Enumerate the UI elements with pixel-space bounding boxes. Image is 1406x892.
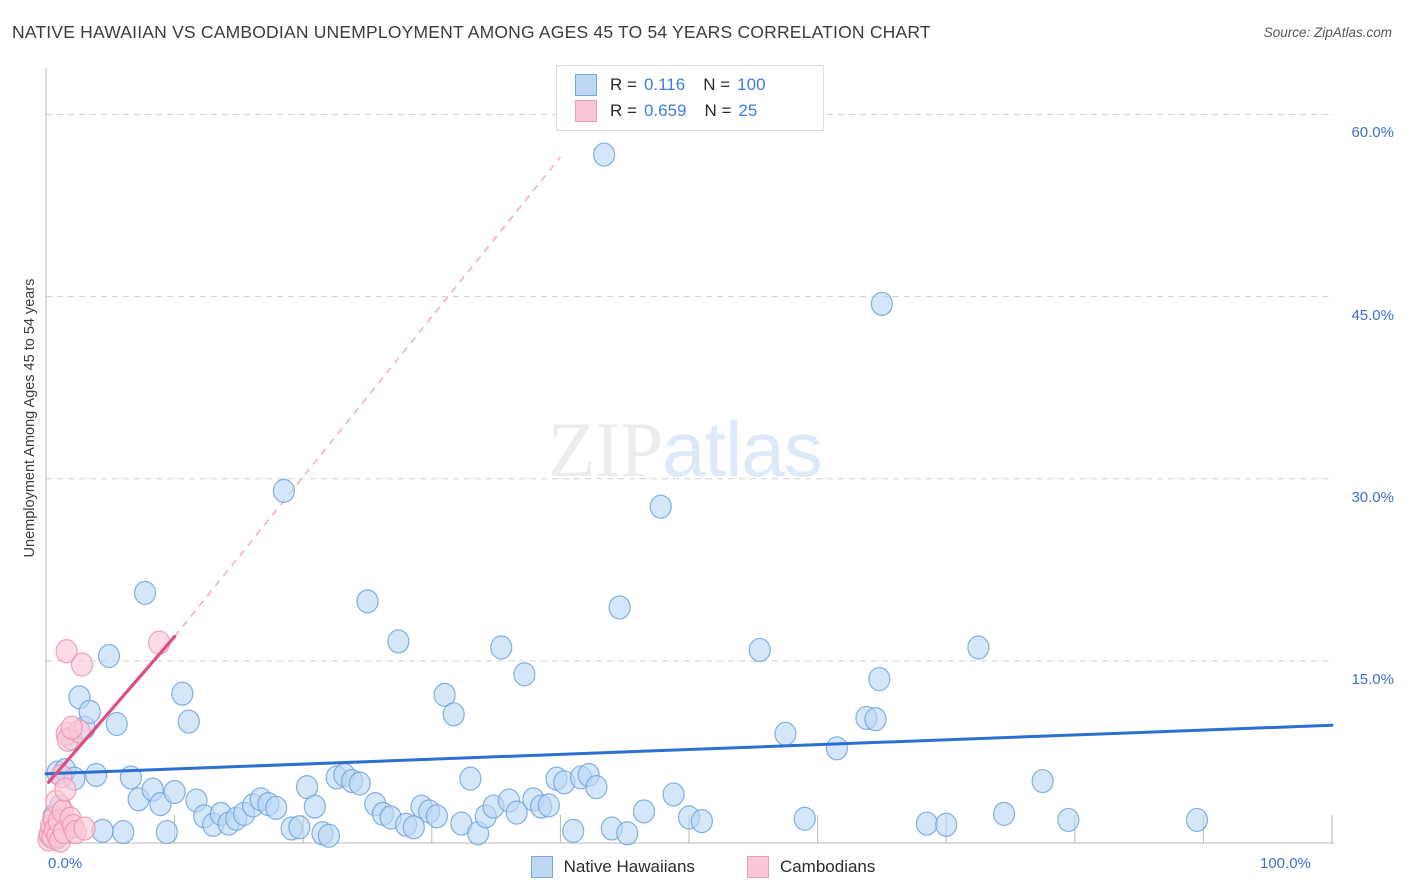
data-point	[793, 806, 816, 831]
data-point	[967, 635, 990, 660]
trendline-native-hawaiians	[44, 723, 1334, 776]
legend-n-label-blue: N =	[703, 75, 731, 94]
legend-swatch-blue	[575, 74, 597, 96]
data-point	[60, 715, 83, 740]
data-point	[585, 775, 608, 800]
data-point	[97, 643, 121, 669]
data-point	[155, 819, 178, 845]
data-point	[54, 777, 77, 802]
series-legend-item-native-hawaiians[interactable]: Native Hawaiians	[530, 856, 695, 878]
legend-r-label-blue: R =	[610, 75, 637, 94]
data-point	[70, 652, 94, 677]
data-point	[387, 629, 410, 654]
data-point	[348, 771, 371, 796]
data-point	[748, 637, 771, 663]
series-label-native-hawaiians: Native Hawaiians	[563, 857, 695, 876]
data-point	[442, 702, 465, 727]
data-point	[105, 711, 128, 737]
series-legend-item-cambodians[interactable]: Cambodians	[746, 856, 876, 878]
trendline-cambodians-extension	[174, 156, 561, 637]
data-point	[459, 766, 482, 791]
series-label-cambodians: Cambodians	[779, 857, 876, 876]
series-swatch-native-hawaiians	[530, 856, 553, 878]
data-point	[303, 794, 326, 819]
data-point	[825, 736, 848, 761]
data-point	[649, 494, 672, 519]
data-point	[490, 635, 513, 660]
correlation-legend: R = 0.116 N = 100 R = 0.659 N = 25	[556, 65, 824, 131]
data-point	[935, 812, 958, 837]
data-point	[870, 291, 894, 317]
y-tick-label: 45.0%	[1351, 306, 1394, 324]
data-point	[868, 666, 891, 692]
data-point	[265, 795, 288, 820]
y-tick-label: 30.0%	[1351, 488, 1394, 506]
data-point	[85, 762, 108, 788]
data-point	[272, 478, 296, 503]
data-point	[425, 804, 449, 829]
data-point	[163, 779, 186, 805]
data-point	[608, 595, 631, 620]
data-point	[1057, 807, 1080, 833]
data-point	[171, 681, 194, 706]
data-point	[562, 818, 585, 843]
y-tick-label: 60.0%	[1351, 124, 1394, 142]
y-tick-label: 15.0%	[1351, 670, 1394, 688]
data-point	[177, 709, 200, 734]
data-point	[537, 793, 560, 818]
data-point	[133, 580, 157, 605]
data-point	[992, 801, 1016, 826]
data-point	[632, 799, 656, 824]
series-points-native-hawaiians	[38, 142, 1209, 851]
data-point	[513, 662, 536, 687]
data-point	[593, 142, 616, 167]
data-point	[73, 816, 96, 841]
data-point	[356, 589, 379, 614]
legend-n-value-pink: 25	[738, 101, 758, 120]
legend-row-cambodians: R = 0.659 N = 25	[557, 98, 825, 124]
legend-swatch-pink	[575, 100, 597, 122]
data-point	[1185, 807, 1209, 833]
data-point	[915, 811, 939, 836]
legend-r-value-pink: 0.659	[643, 101, 687, 120]
series-swatch-cambodians	[746, 856, 769, 878]
data-point	[864, 707, 887, 732]
data-point	[288, 815, 311, 840]
scatter-plot-area	[37, 68, 1334, 853]
legend-n-value-blue: 100	[737, 75, 766, 94]
data-point	[774, 721, 797, 746]
data-point	[1031, 768, 1054, 794]
data-point	[690, 809, 713, 834]
data-point	[317, 823, 341, 848]
correlation-chart: NATIVE HAWAIIAN VS CAMBODIAN UNEMPLOYMEN…	[0, 0, 1406, 892]
legend-n-label-pink: N =	[704, 101, 732, 120]
data-point	[616, 821, 639, 846]
data-point	[662, 782, 685, 807]
legend-r-label-pink: R =	[610, 101, 637, 120]
legend-row-native-hawaiians: R = 0.116 N = 100	[557, 72, 825, 98]
data-point	[148, 630, 171, 655]
data-point	[112, 819, 135, 845]
legend-r-value-blue: 0.116	[643, 75, 686, 94]
series-legend: Native Hawaiians Cambodians	[0, 850, 1406, 884]
